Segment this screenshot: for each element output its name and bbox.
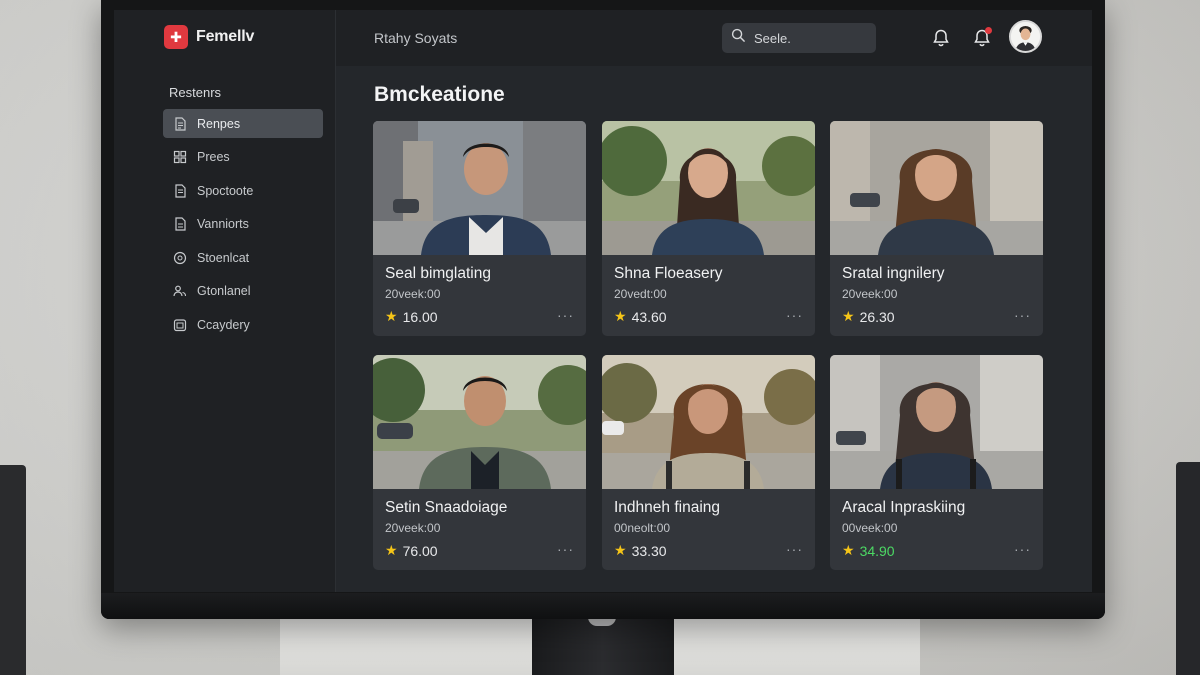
speaker-right <box>1176 462 1200 675</box>
card-name: Sratal ingnilery <box>842 265 945 282</box>
top-bar: Rtahy Soyats <box>336 10 1092 66</box>
more-options-icon[interactable]: ··· <box>786 307 803 323</box>
card-name: Aracal Inpraskiing <box>842 499 966 516</box>
star-icon: ★ <box>614 542 627 558</box>
sidebar-nav: Renpes Prees Spoctoote Vanniorts Stoenlc… <box>163 109 323 344</box>
star-icon: ★ <box>842 308 855 324</box>
sidebar-item-spoctoote[interactable]: Spoctoote <box>163 176 323 205</box>
sidebar-item-prees[interactable]: Prees <box>163 143 323 172</box>
rating-value: 26.30 <box>859 308 895 325</box>
star-icon: ★ <box>614 308 627 324</box>
brand-name: Femellv <box>196 28 255 45</box>
top-bar-title: Rtahy Soyats <box>374 30 458 46</box>
monitor: ✚ Femellv Restenrs Renpes Prees Spoctoot… <box>101 0 1105 619</box>
more-options-icon[interactable]: ··· <box>557 307 574 323</box>
notification-dot <box>985 27 992 34</box>
profile-card[interactable]: Sratal ingnilery 20veek:00 ★ 26.30 ··· <box>830 121 1043 336</box>
brand-logo-icon: ✚ <box>164 25 188 49</box>
star-icon: ★ <box>385 308 398 324</box>
rating-value: 34.90 <box>859 542 895 559</box>
sidebar-section-title: Restenrs <box>169 85 222 100</box>
card-rating: ★ 16.00 <box>385 308 438 325</box>
search-icon <box>731 28 746 48</box>
page-title: Bmckeatione <box>374 83 505 106</box>
profile-photo <box>602 121 815 255</box>
card-rating: ★ 26.30 <box>842 308 895 325</box>
sidebar-item-label: Ccaydery <box>197 317 250 332</box>
rating-value: 76.00 <box>402 542 438 559</box>
avatar[interactable] <box>1009 20 1042 53</box>
search-box[interactable] <box>722 23 876 53</box>
more-options-icon[interactable]: ··· <box>1014 541 1031 557</box>
card-name: Shna Floeasery <box>614 265 723 282</box>
screen: ✚ Femellv Restenrs Renpes Prees Spoctoot… <box>114 10 1092 592</box>
profile-card[interactable]: Aracal Inpraskiing 00veek:00 ★ 34.90 ··· <box>830 355 1043 570</box>
document-icon <box>173 183 187 198</box>
sidebar-item-vanniorts[interactable]: Vanniorts <box>163 210 323 239</box>
card-meta: 00neolt:00 <box>614 521 671 535</box>
more-options-icon[interactable]: ··· <box>1014 307 1031 323</box>
more-options-icon[interactable]: ··· <box>786 541 803 557</box>
rating-value: 33.30 <box>631 542 667 559</box>
document-icon <box>173 116 187 131</box>
profile-photo <box>830 121 1043 255</box>
card-meta: 20veek:00 <box>842 287 898 301</box>
card-meta: 20veek:00 <box>385 521 441 535</box>
rating-value: 43.60 <box>631 308 667 325</box>
sidebar-item-stoenlcat[interactable]: Stoenlcat <box>163 243 323 272</box>
user-avatar-icon <box>1011 22 1040 51</box>
monitor-bezel <box>101 593 1105 619</box>
profile-card[interactable]: Shna Floeasery 20vedt:00 ★ 43.60 ··· <box>602 121 815 336</box>
profile-photo <box>602 355 815 489</box>
card-rating: ★ 43.60 <box>614 308 667 325</box>
profile-photo <box>830 355 1043 489</box>
sidebar-item-renpes[interactable]: Renpes <box>163 109 323 138</box>
card-rating: ★ 76.00 <box>385 542 438 559</box>
more-options-icon[interactable]: ··· <box>557 541 574 557</box>
bell-icon[interactable] <box>931 28 951 48</box>
star-icon: ★ <box>842 542 855 558</box>
sidebar-item-ccaydery[interactable]: Ccaydery <box>163 310 323 339</box>
card-name: Setin Snaadoiage <box>385 499 508 516</box>
card-rating: ★ 34.90 <box>842 542 895 559</box>
sidebar-item-label: Vanniorts <box>197 217 249 231</box>
profile-card[interactable]: Seal bimglating 20veek:00 ★ 16.00 ··· <box>373 121 586 336</box>
card-name: Indhneh finaing <box>614 499 721 516</box>
star-icon: ★ <box>385 542 398 558</box>
calendar-icon <box>173 318 187 332</box>
circle-icon <box>173 251 187 265</box>
card-meta: 20vedt:00 <box>614 287 667 301</box>
profile-card[interactable]: Indhneh finaing 00neolt:00 ★ 33.30 ··· <box>602 355 815 570</box>
document-icon <box>173 217 187 231</box>
users-icon <box>173 284 187 298</box>
sidebar-item-label: Renpes <box>197 116 241 131</box>
brand[interactable]: ✚ Femellv <box>164 25 254 49</box>
notification-bell-icon[interactable] <box>972 27 992 48</box>
grid-icon <box>173 150 187 164</box>
profile-photo <box>373 121 586 255</box>
card-name: Seal bimglating <box>385 265 491 282</box>
sidebar-item-label: Prees <box>197 150 230 164</box>
rating-value: 16.00 <box>402 308 438 325</box>
sidebar: ✚ Femellv Restenrs Renpes Prees Spoctoot… <box>114 10 336 592</box>
card-meta: 20veek:00 <box>385 287 441 301</box>
profile-photo <box>373 355 586 489</box>
sidebar-item-label: Stoenlcat <box>197 250 250 265</box>
sidebar-item-label: Gtonlanel <box>197 284 251 298</box>
profile-card[interactable]: Setin Snaadoiage 20veek:00 ★ 76.00 ··· <box>373 355 586 570</box>
speaker-left <box>0 465 26 675</box>
card-meta: 00veek:00 <box>842 521 898 535</box>
search-input[interactable] <box>754 30 864 46</box>
card-rating: ★ 33.30 <box>614 542 667 559</box>
sidebar-item-gtonlanel[interactable]: Gtonlanel <box>163 277 323 306</box>
sidebar-item-label: Spoctoote <box>197 183 254 198</box>
